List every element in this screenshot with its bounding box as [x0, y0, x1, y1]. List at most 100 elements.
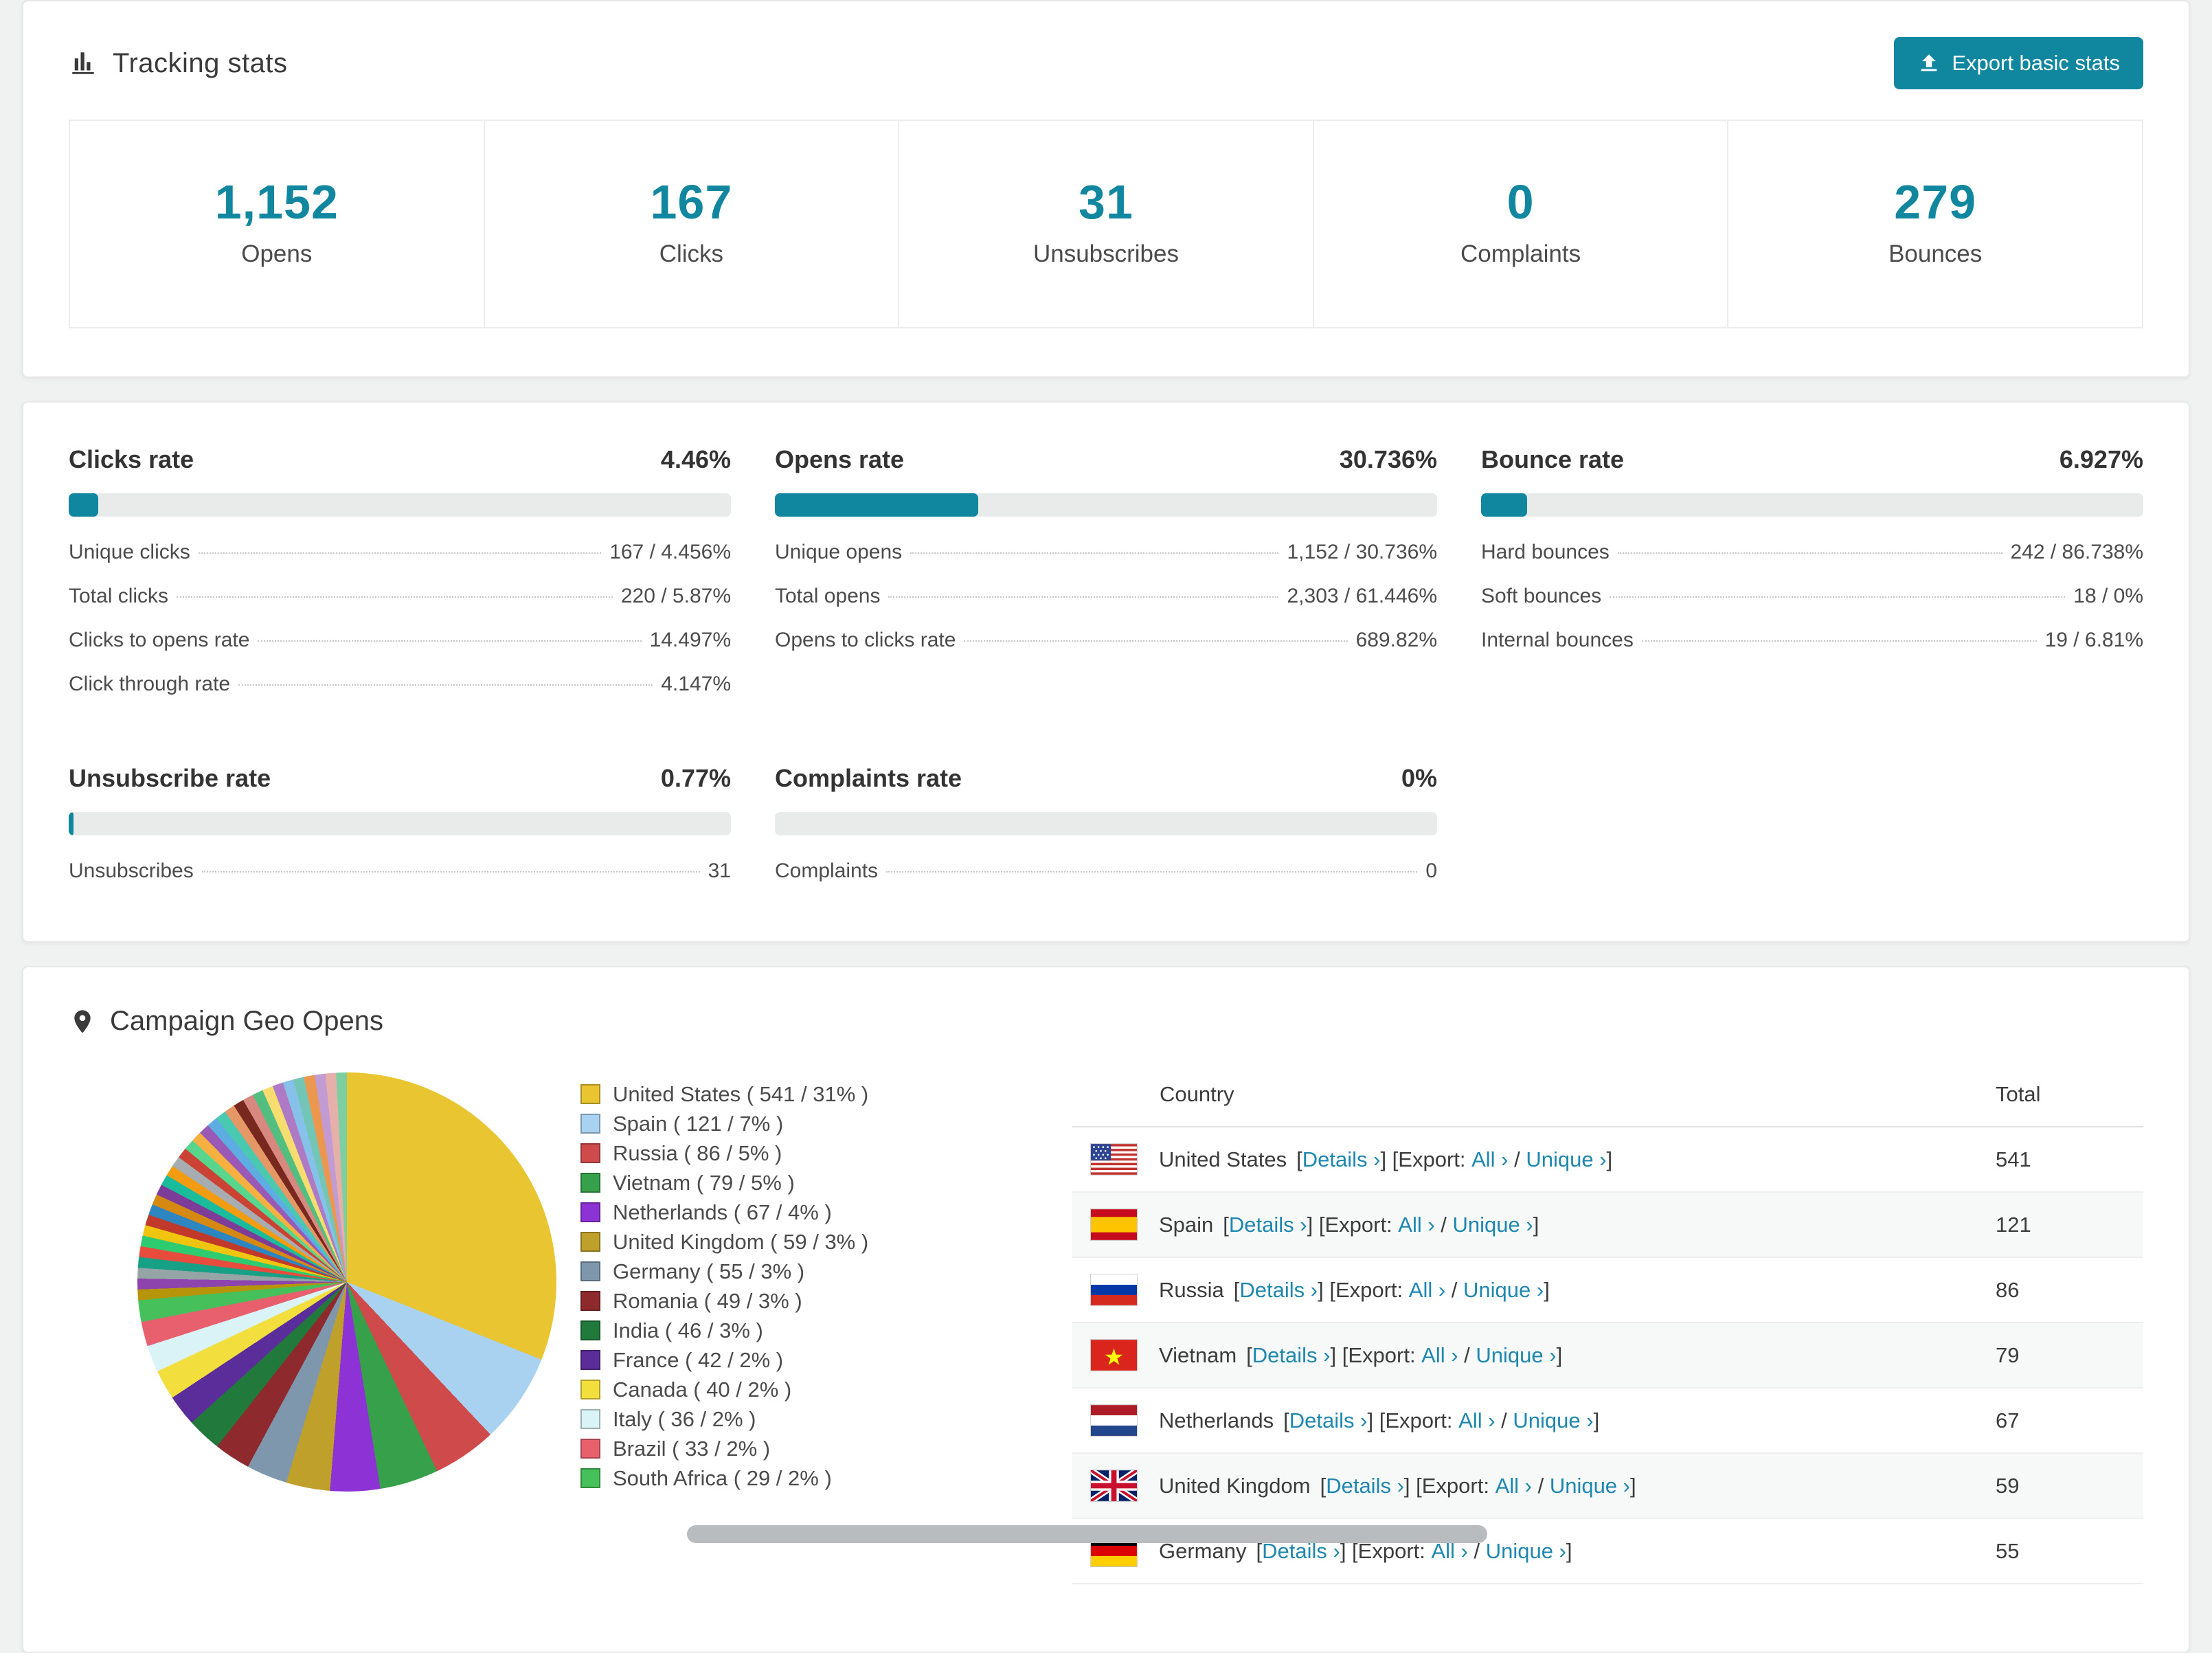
legend-label: South Africa ( 29 / 2% ) [613, 1466, 832, 1490]
export-all-link[interactable]: All › [1471, 1147, 1508, 1172]
details-link[interactable]: Details › [1252, 1343, 1331, 1368]
rate-row-label: Total clicks [69, 585, 169, 607]
rate-head: Complaints rate 0% [775, 764, 1437, 793]
country-column-header: Country [1072, 1063, 1996, 1127]
legend-item-brazil: Brazil ( 33 / 2% ) [580, 1434, 1072, 1463]
stat-value: 1,152 [214, 175, 339, 229]
export-icon [1921, 54, 1937, 71]
dotted-leader [1610, 596, 2066, 598]
legend-item-united-states: United States ( 541 / 31% ) [580, 1079, 1072, 1109]
dotted-leader [1617, 552, 2002, 554]
rate-title: Bounce rate [1481, 445, 1625, 473]
export-unique-link[interactable]: Unique › [1513, 1408, 1593, 1433]
progress-bar-track [69, 493, 731, 517]
rate-block-bounce-rate: Bounce rate 6.927% Hard bounces 242 / 86.73… [1481, 445, 2143, 706]
progress-bar-track [775, 812, 1437, 835]
export-unique-link[interactable]: Unique › [1550, 1474, 1630, 1498]
export-unique-link[interactable]: Unique › [1526, 1147, 1606, 1172]
rate-row: Hard bounces 242 / 86.738% [1481, 530, 2143, 574]
export-label: Export: [1385, 1408, 1459, 1432]
progress-bar-fill [775, 493, 979, 517]
export-all-link[interactable]: All › [1398, 1213, 1434, 1237]
dotted-leader [201, 871, 700, 873]
stat-card-complaints: 0 Complaints [1314, 121, 1729, 327]
country-cell: Netherlands[Details ›] [Export: All › / … [1072, 1405, 1996, 1436]
rate-row: Complaints 0 [775, 849, 1437, 893]
stat-label: Unsubscribes [1032, 240, 1179, 267]
export-unique-link[interactable]: Unique › [1486, 1539, 1566, 1564]
legend-item-france: France ( 42 / 2% ) [580, 1345, 1072, 1375]
rate-row: Clicks to opens rate 14.497% [69, 618, 731, 662]
pie-chart-wrap [69, 1063, 580, 1584]
country-total: 79 [1996, 1323, 2143, 1388]
export-basic-stats-button[interactable]: Export basic stats [1894, 37, 2143, 89]
export-label: Export: [1348, 1342, 1422, 1367]
rate-row-value: 220 / 5.87% [620, 585, 731, 607]
legend-item-vietnam: Vietnam ( 79 / 5% ) [580, 1168, 1072, 1197]
tracking-stats-title: Tracking stats [69, 48, 287, 79]
rate-row-value: 19 / 6.81% [2044, 629, 2143, 651]
rate-row-value: 1,152 / 30.736% [1287, 541, 1437, 563]
country-name: United Kingdom [1159, 1473, 1311, 1498]
export-unique-link[interactable]: Unique › [1463, 1278, 1544, 1303]
table-row-united-kingdom: United Kingdom[Details ›] [Export: All ›… [1072, 1453, 2143, 1519]
legend-item-germany: Germany ( 55 / 3% ) [580, 1257, 1072, 1286]
legend-item-india: India ( 46 / 3% ) [580, 1316, 1072, 1345]
country-name: Spain [1159, 1212, 1214, 1237]
rate-row-value: 31 [708, 859, 731, 882]
rate-block-complaints-rate: Complaints rate 0% Complaints 0 [775, 764, 1437, 893]
table-row-netherlands: Netherlands[Details ›] [Export: All › / … [1072, 1388, 2143, 1454]
details-link[interactable]: Details › [1326, 1474, 1404, 1498]
export-all-link[interactable]: All › [1421, 1343, 1458, 1368]
flag-vn-icon [1091, 1340, 1137, 1371]
export-unique-link[interactable]: Unique › [1476, 1343, 1556, 1368]
rate-row-label: Total opens [775, 585, 881, 607]
horizontal-scrollbar[interactable] [687, 1525, 1487, 1543]
export-unique-link[interactable]: Unique › [1453, 1213, 1533, 1237]
stat-value: 31 [1079, 175, 1133, 229]
rate-row: Opens to clicks rate 689.82% [775, 618, 1437, 662]
details-link[interactable]: Details › [1302, 1147, 1381, 1172]
country-name: Netherlands [1159, 1408, 1274, 1432]
legend-label: India ( 46 / 3% ) [613, 1318, 763, 1342]
progress-bar-fill [69, 812, 74, 835]
flag-ru-icon [1091, 1274, 1137, 1305]
legend-label: Spain ( 121 / 7% ) [613, 1112, 784, 1136]
dotted-leader [964, 640, 1348, 642]
rate-percentage: 0.77% [660, 764, 731, 792]
legend-swatch [580, 1143, 600, 1163]
details-link[interactable]: Details › [1289, 1408, 1368, 1433]
export-all-link[interactable]: All › [1409, 1278, 1445, 1303]
export-all-link[interactable]: All › [1458, 1408, 1495, 1433]
rate-row-label: Click through rate [69, 673, 231, 695]
country-total: 86 [1996, 1257, 2143, 1323]
geo-opens-card: Campaign Geo Opens United States ( 541 /… [22, 966, 2190, 1653]
rate-row-label: Internal bounces [1481, 629, 1634, 651]
geo-opens-header: Campaign Geo Opens [23, 967, 2189, 1063]
rate-block-unsubscribe-rate: Unsubscribe rate 0.77% Unsubscribes 31 [69, 764, 731, 893]
legend-swatch [580, 1202, 600, 1222]
rate-row-label: Opens to clicks rate [775, 629, 956, 651]
details-link[interactable]: Details › [1229, 1213, 1307, 1237]
country-total: 67 [1996, 1388, 2143, 1454]
legend-swatch [580, 1468, 600, 1488]
rate-row-label: Complaints [775, 859, 879, 882]
legend-label: Italy ( 36 / 2% ) [613, 1407, 756, 1431]
rate-row-label: Hard bounces [1481, 541, 1610, 563]
legend-label: Brazil ( 33 / 2% ) [613, 1437, 771, 1461]
legend-label: France ( 42 / 2% ) [613, 1348, 784, 1372]
dotted-leader [910, 552, 1279, 554]
legend-label: Romania ( 49 / 3% ) [613, 1289, 802, 1313]
rate-row: Unsubscribes 31 [69, 849, 731, 893]
export-all-link[interactable]: All › [1496, 1474, 1532, 1498]
rate-row: Click through rate 4.147% [69, 662, 731, 706]
rate-row-value: 18 / 0% [2073, 585, 2143, 607]
stat-card-unsubscribes: 31 Unsubscribes [899, 121, 1314, 327]
geo-table-body: United States[Details ›] [Export: All › … [1072, 1127, 2143, 1584]
legend-item-romania: Romania ( 49 / 3% ) [580, 1286, 1072, 1316]
stat-card-opens: 1,152 Opens [70, 121, 485, 327]
rate-row-label: Unsubscribes [69, 859, 194, 882]
legend-item-south-africa: South Africa ( 29 / 2% ) [580, 1463, 1072, 1493]
details-link[interactable]: Details › [1239, 1278, 1318, 1303]
dotted-leader [886, 871, 1418, 873]
